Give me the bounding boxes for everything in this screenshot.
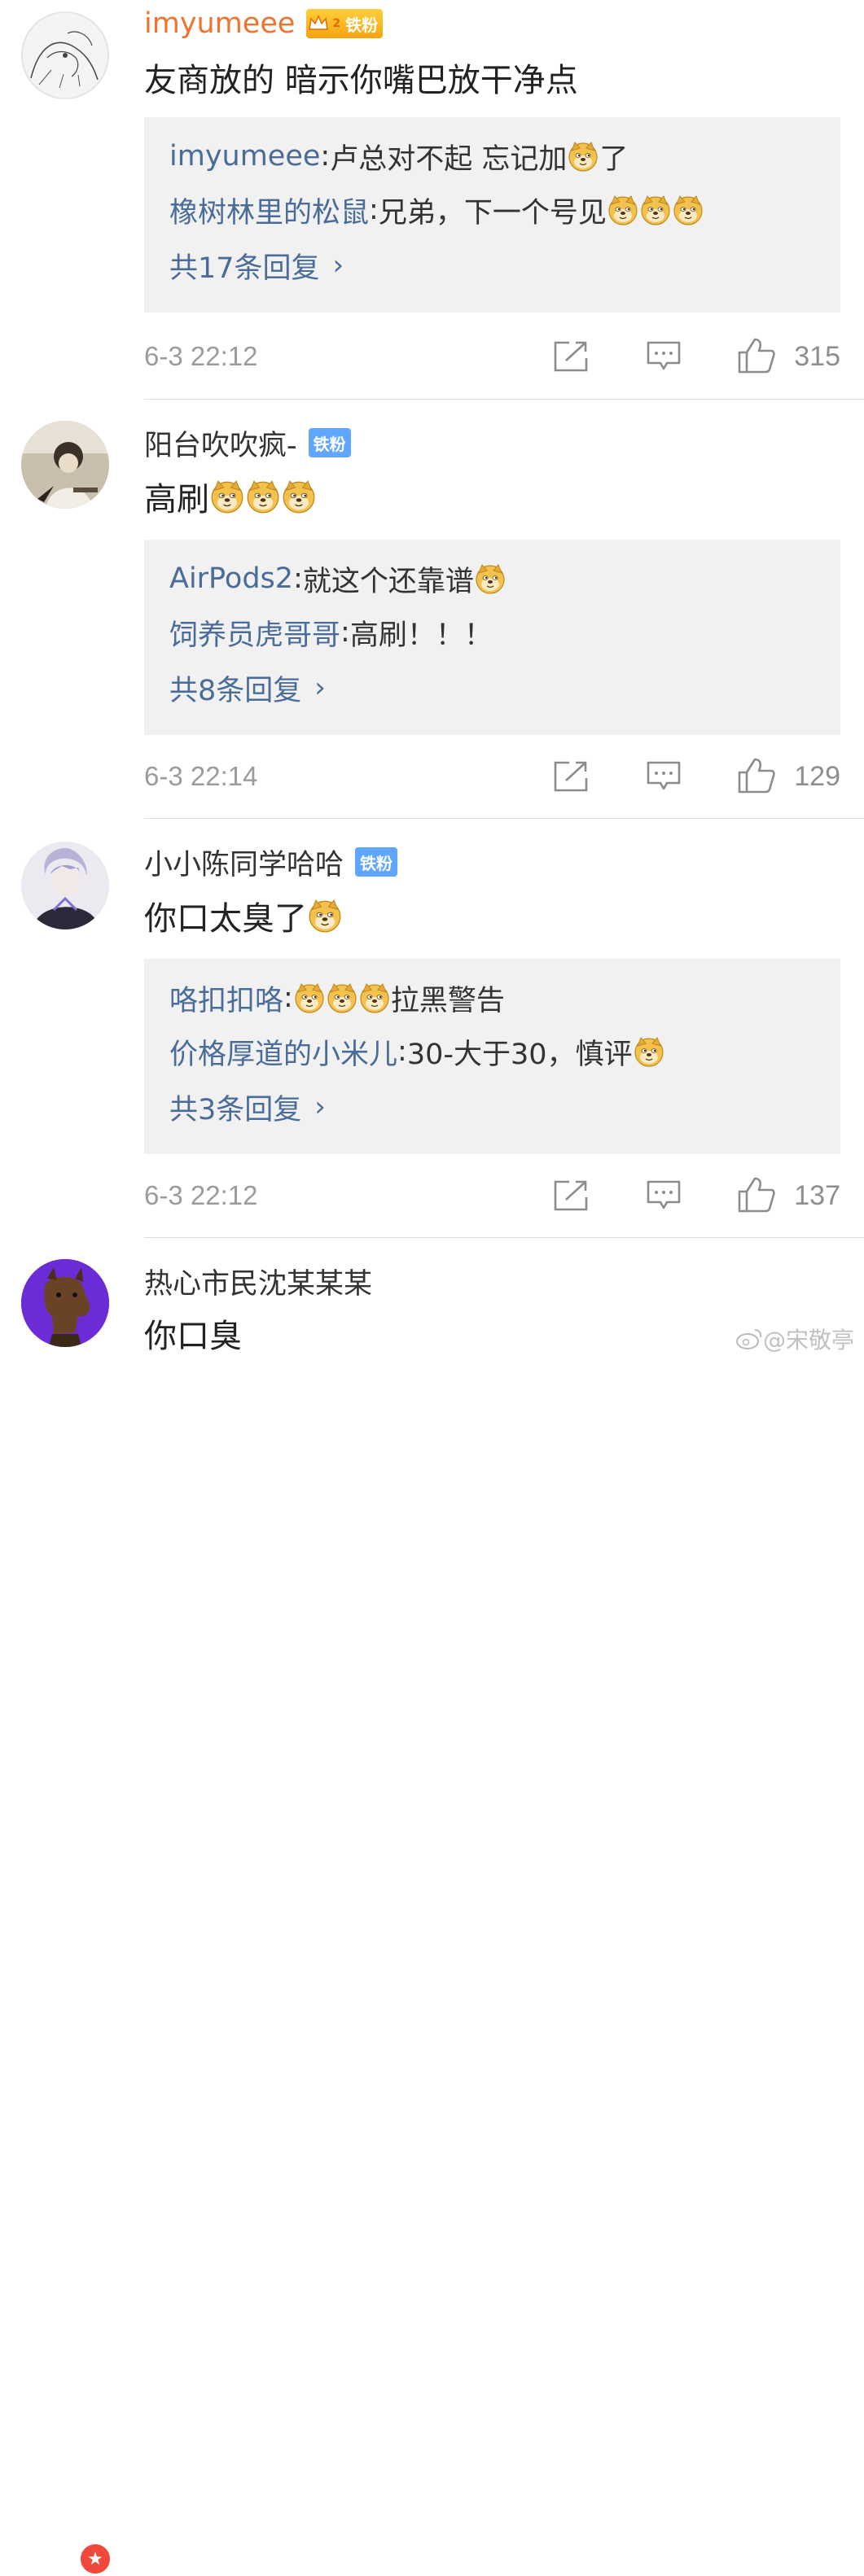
doge-emoji bbox=[568, 141, 599, 172]
like-count: 129 bbox=[794, 760, 840, 792]
chevron-right-icon: › bbox=[314, 1091, 326, 1123]
comment-meta: 6-3 22:14 129 bbox=[144, 754, 840, 799]
reply-item[interactable]: 橡树林里的松鼠 : 兄弟，下一个号见 bbox=[169, 190, 704, 230]
reply-separator: : bbox=[397, 1035, 407, 1068]
weibo-logo-icon bbox=[735, 1329, 762, 1349]
more-replies-link[interactable]: 共3条回复 › bbox=[169, 1087, 326, 1126]
reply-username[interactable]: 咯扣扣咯 bbox=[169, 977, 283, 1019]
doge-emoji bbox=[359, 982, 390, 1013]
more-replies-label: 共3条回复 bbox=[169, 1093, 302, 1126]
divider bbox=[144, 399, 864, 400]
reply-username[interactable]: 饲养员虎哥哥 bbox=[169, 612, 340, 654]
comment-text: 你口臭 bbox=[144, 1318, 242, 1355]
like-icon[interactable] bbox=[737, 1176, 776, 1214]
vip-level: 2 bbox=[332, 17, 341, 30]
comment-text: 高刷 bbox=[144, 473, 317, 520]
divider bbox=[144, 1237, 864, 1238]
reply-item[interactable]: 咯扣扣咯 : 拉黑警告 bbox=[169, 978, 505, 1017]
reply-separator: : bbox=[340, 616, 350, 649]
comment-time: 6-3 22:12 bbox=[144, 341, 258, 371]
comment-icon[interactable] bbox=[646, 1179, 682, 1212]
doge-emoji bbox=[673, 195, 704, 225]
reply-box[interactable]: imyumeee : 卢总对不起 忘记加 了 橡树林里的松鼠 : 兄弟，下一个号… bbox=[144, 117, 840, 313]
doge-emoji bbox=[640, 195, 671, 225]
share-icon[interactable] bbox=[553, 1179, 589, 1212]
reply-username[interactable]: imyumeee bbox=[169, 140, 320, 173]
avatar[interactable] bbox=[21, 842, 109, 929]
reply-item[interactable]: imyumeee : 卢总对不起 忘记加 了 bbox=[169, 137, 628, 176]
reply-item[interactable]: 饲养员虎哥哥 : 高刷！！！ bbox=[169, 613, 493, 652]
doge-emoji bbox=[308, 899, 342, 933]
avatar[interactable] bbox=[21, 421, 109, 509]
reply-text-suffix: 了 bbox=[599, 142, 629, 176]
reply-text-suffix: 拉黑警告 bbox=[390, 984, 505, 1017]
doge-emoji bbox=[607, 195, 638, 225]
comment-time: 6-3 22:14 bbox=[144, 761, 258, 791]
username[interactable]: 热心市民沈某某某 bbox=[144, 1261, 372, 1302]
chevron-right-icon: › bbox=[332, 249, 344, 282]
doge-emoji bbox=[327, 982, 357, 1013]
avatar[interactable] bbox=[21, 1259, 109, 1347]
username[interactable]: 阳台吹吹疯- bbox=[144, 422, 297, 464]
like-count: 137 bbox=[794, 1179, 840, 1211]
reply-separator: : bbox=[283, 982, 293, 1014]
more-replies-label: 共17条回复 bbox=[169, 251, 320, 285]
badge-label: 铁粉 bbox=[313, 434, 346, 454]
avatar[interactable] bbox=[21, 11, 109, 99]
comment-icon[interactable] bbox=[646, 340, 682, 373]
reply-username[interactable]: 橡树林里的松鼠 bbox=[169, 190, 369, 231]
like-icon[interactable] bbox=[737, 337, 776, 374]
doge-emoji bbox=[475, 563, 506, 594]
share-icon[interactable] bbox=[553, 340, 589, 373]
reply-text: 卢总对不起 忘记加 bbox=[330, 142, 568, 176]
comment-meta: 6-3 22:12 315 bbox=[144, 334, 840, 379]
fan-badge[interactable]: 2 铁粉 bbox=[306, 9, 384, 38]
comment-text: 你口太臭了 bbox=[144, 892, 343, 939]
reply-item[interactable]: AirPods2 : 就这个还靠谱 bbox=[169, 559, 507, 598]
reply-separator: : bbox=[293, 562, 303, 595]
chevron-right-icon: › bbox=[314, 671, 326, 704]
reply-box[interactable]: AirPods2 : 就这个还靠谱 饲养员虎哥哥 : 高刷！！！ 共8条回复 › bbox=[144, 540, 840, 735]
reply-text: 高刷！！！ bbox=[349, 619, 493, 652]
badge-label: 铁粉 bbox=[345, 15, 379, 35]
share-icon[interactable] bbox=[553, 760, 589, 793]
like-count: 315 bbox=[794, 340, 840, 372]
doge-emoji bbox=[210, 479, 244, 514]
reply-separator: : bbox=[320, 140, 331, 173]
comment-time: 6-3 22:12 bbox=[144, 1180, 258, 1210]
doge-emoji bbox=[294, 982, 325, 1013]
reply-separator: : bbox=[369, 194, 379, 226]
fan-badge[interactable]: 铁粉 bbox=[308, 428, 351, 457]
username[interactable]: 小小陈同学哈哈 bbox=[144, 842, 344, 883]
doge-emoji bbox=[282, 479, 316, 514]
reply-item[interactable]: 价格厚道的小米儿 : 30-大于30，慎评 bbox=[169, 1032, 665, 1071]
reply-text: 就这个还靠谱 bbox=[302, 565, 474, 598]
watermark: @宋敬亭 bbox=[735, 1323, 854, 1355]
reply-text: 30-大于30，慎评 bbox=[406, 1038, 633, 1071]
comment-meta: 6-3 22:12 137 bbox=[144, 1173, 840, 1218]
fan-badge[interactable]: 铁粉 bbox=[355, 847, 398, 877]
divider bbox=[144, 818, 864, 819]
doge-emoji bbox=[634, 1036, 664, 1067]
badge-label: 铁粉 bbox=[360, 853, 393, 873]
verified-badge-icon: ★ bbox=[78, 2542, 112, 2576]
watermark-text: @宋敬亭 bbox=[762, 1327, 854, 1354]
reply-box[interactable]: 咯扣扣咯 : 拉黑警告 价格厚道的小米儿 : 30-大于30，慎评 共3条回复 … bbox=[144, 959, 840, 1154]
reply-username[interactable]: 价格厚道的小米儿 bbox=[169, 1031, 397, 1073]
reply-username[interactable]: AirPods2 bbox=[169, 562, 293, 595]
doge-emoji bbox=[246, 479, 280, 514]
more-replies-label: 共8条回复 bbox=[169, 674, 302, 707]
more-replies-link[interactable]: 共17条回复 › bbox=[169, 246, 344, 285]
username[interactable]: imyumeee bbox=[144, 7, 295, 40]
reply-text: 兄弟，下一个号见 bbox=[378, 196, 607, 230]
comment-text: 友商放的 暗示你嘴巴放干净点 bbox=[144, 62, 578, 99]
comment-icon[interactable] bbox=[646, 760, 682, 793]
like-icon[interactable] bbox=[737, 757, 776, 794]
crown-icon bbox=[309, 15, 329, 30]
more-replies-link[interactable]: 共8条回复 › bbox=[169, 668, 326, 707]
